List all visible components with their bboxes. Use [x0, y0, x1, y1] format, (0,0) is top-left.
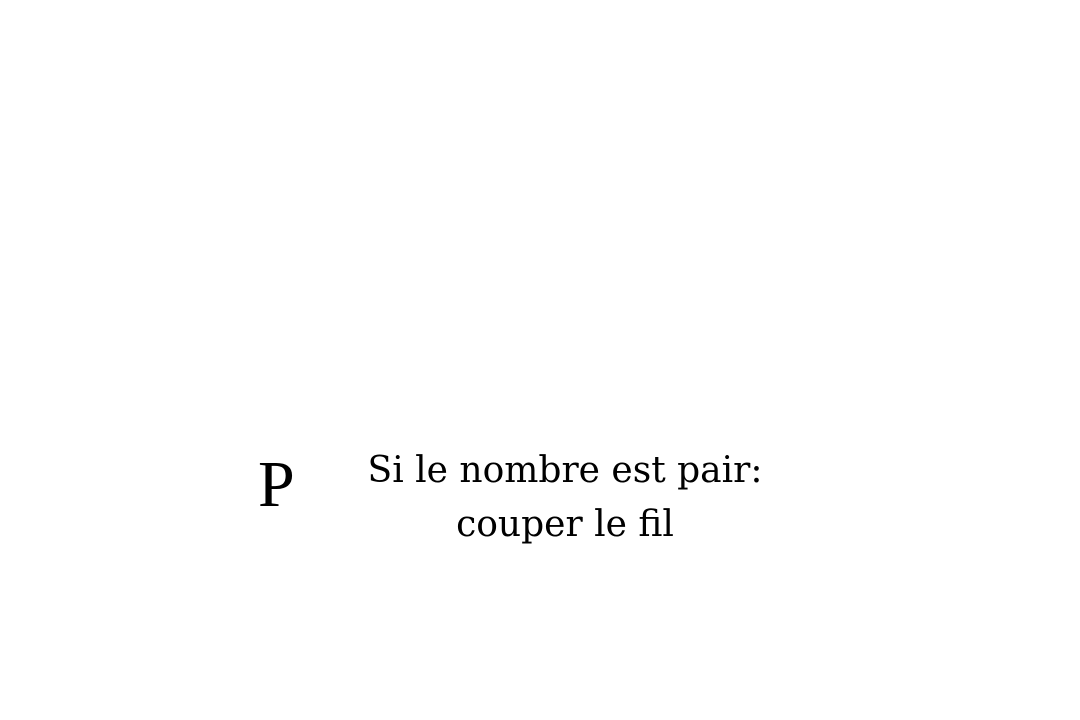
- rule-instruction-line-1: Si le nombre est pair:: [367, 450, 763, 491]
- rule-instruction: Si le nombre est pair: couper le fil: [330, 444, 800, 552]
- rule-instruction-line-2: couper le fil: [456, 504, 674, 545]
- rule-letter: P: [258, 448, 295, 521]
